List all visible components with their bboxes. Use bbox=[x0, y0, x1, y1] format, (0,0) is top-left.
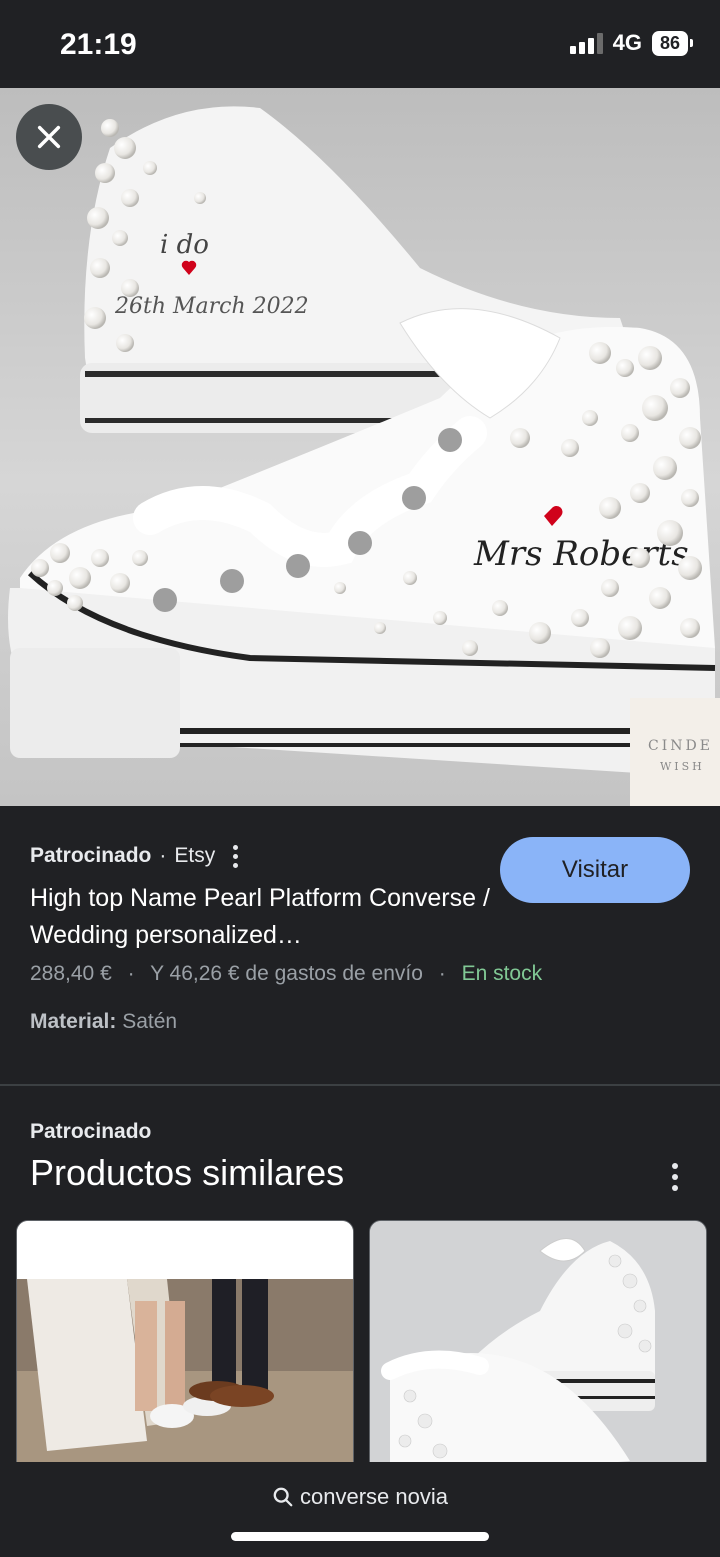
stock-status: En stock bbox=[461, 962, 543, 985]
product-thumbnail bbox=[370, 1221, 706, 1481]
merchant-name[interactable]: Etsy bbox=[174, 844, 215, 868]
material-label: Material: bbox=[30, 1010, 117, 1033]
similar-products-title: Productos similares bbox=[30, 1152, 345, 1193]
sponsor-line: Patrocinado · Etsy bbox=[30, 844, 239, 868]
back-shoe-date: 26th March 2022 bbox=[114, 294, 309, 319]
divider bbox=[0, 1084, 720, 1086]
close-icon bbox=[37, 125, 61, 149]
watermark-subtext: WISH bbox=[660, 760, 705, 773]
network-type: 4G bbox=[612, 30, 642, 55]
product-title[interactable]: High top Name Pearl Platform Converse / … bbox=[30, 880, 490, 954]
price: 288,40 € bbox=[30, 962, 112, 985]
search-icon bbox=[273, 1487, 293, 1507]
similar-sponsored-label: Patrocinado bbox=[30, 1120, 152, 1143]
similar-product-card[interactable] bbox=[369, 1220, 707, 1482]
listing-panel: Patrocinado · Etsy Visitar High top Name… bbox=[0, 806, 720, 1086]
material-line: Material: Satén bbox=[30, 1010, 177, 1034]
home-indicator[interactable] bbox=[231, 1532, 489, 1541]
sponsored-label: Patrocinado bbox=[30, 844, 152, 867]
search-query-bar[interactable]: converse novia bbox=[0, 1484, 720, 1510]
similar-product-card[interactable] bbox=[16, 1220, 354, 1482]
visit-button[interactable]: Visitar bbox=[500, 837, 690, 903]
battery-icon: 86 bbox=[651, 30, 694, 56]
search-query-text: converse novia bbox=[300, 1484, 448, 1509]
product-thumbnail bbox=[17, 1221, 353, 1481]
back-shoe-text: i do bbox=[160, 230, 209, 260]
more-options-icon[interactable] bbox=[233, 844, 239, 868]
product-image[interactable]: i do 26th March 2022 Mrs Roberts CINDE W… bbox=[0, 88, 720, 806]
material-value: Satén bbox=[122, 1010, 178, 1033]
close-button[interactable] bbox=[16, 104, 82, 170]
shipping-cost: Y 46,26 € de gastos de envío bbox=[150, 962, 423, 985]
bottom-bar: converse novia bbox=[0, 1462, 720, 1557]
signal-icon bbox=[569, 32, 603, 54]
status-time: 21:19 bbox=[60, 28, 137, 61]
status-bar: 21:19 4G 86 bbox=[0, 0, 720, 88]
separator: · bbox=[159, 844, 167, 867]
watermark-text: CINDE bbox=[648, 738, 713, 754]
similar-more-options-icon[interactable] bbox=[672, 1163, 678, 1191]
front-shoe-text: Mrs Roberts bbox=[473, 534, 689, 574]
shoes-illustration: i do 26th March 2022 Mrs Roberts CINDE W… bbox=[0, 88, 720, 806]
price-line: 288,40 € · Y 46,26 € de gastos de envío … bbox=[30, 962, 543, 985]
status-indicators: 4G 86 bbox=[569, 30, 694, 56]
